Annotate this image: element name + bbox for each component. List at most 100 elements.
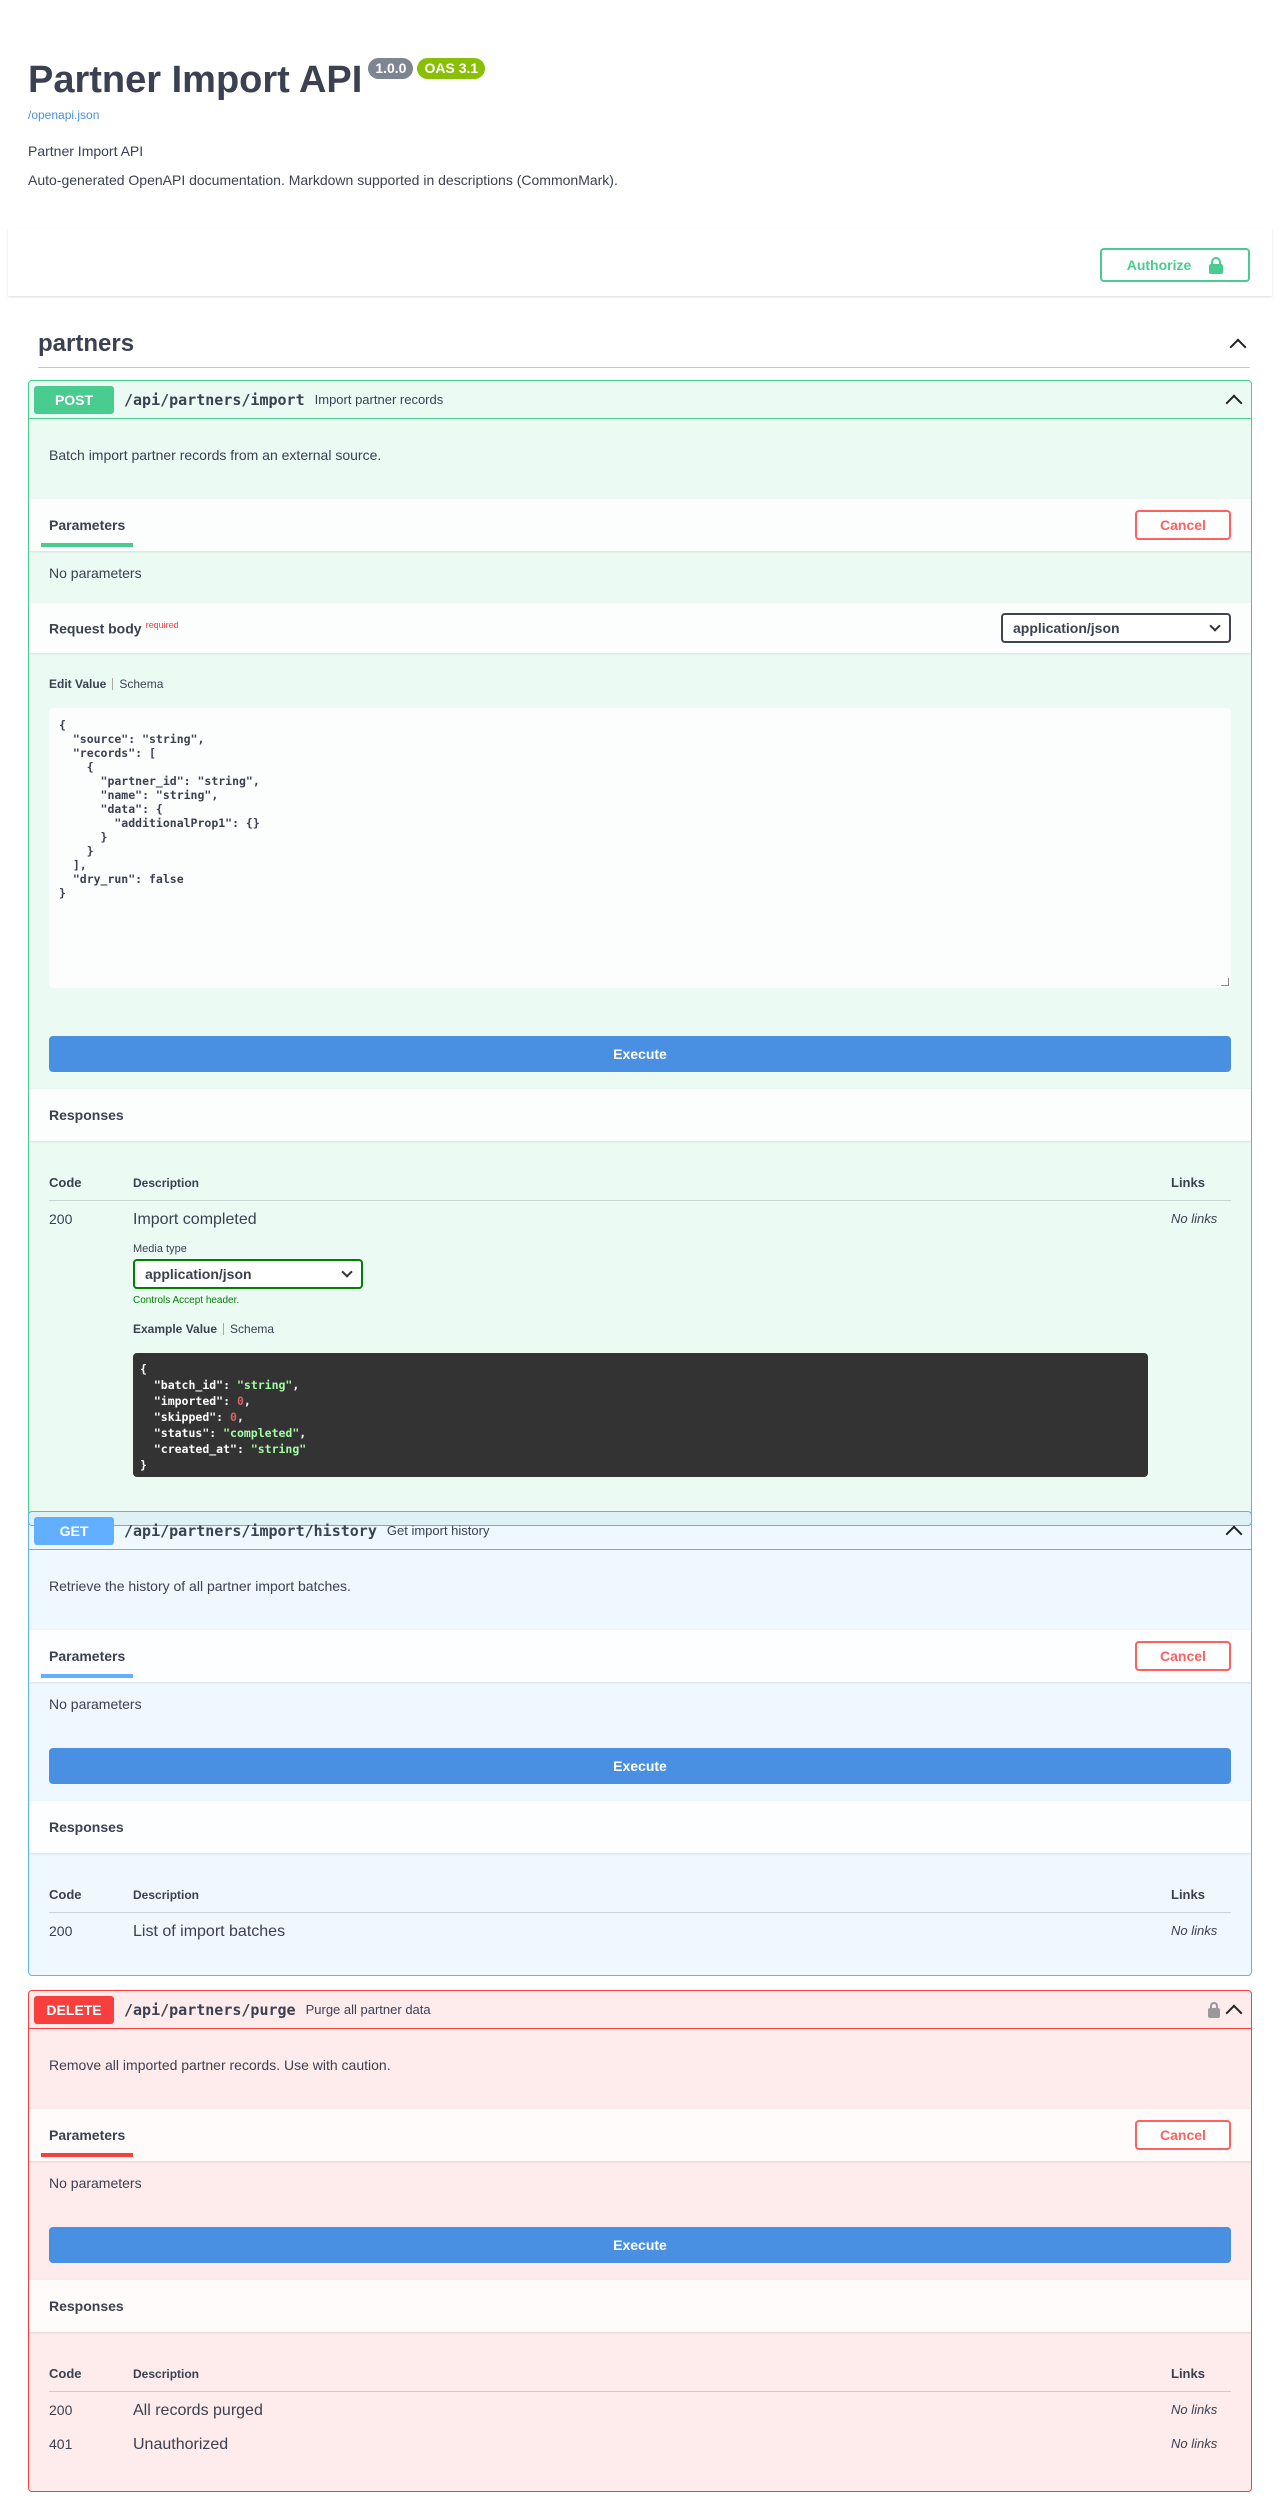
parameters-header: Parameters Cancel <box>29 499 1251 551</box>
method-badge: DELETE <box>34 1995 114 2024</box>
resize-handle-icon[interactable] <box>1221 978 1229 986</box>
example-response-code: { "batch_id": "string", "imported": 0, "… <box>133 1353 1148 1477</box>
execute-button[interactable]: Execute <box>49 1036 1231 1072</box>
example-value-tab[interactable]: Example Value <box>133 1322 217 1336</box>
oas-badge: OAS 3.1 <box>417 58 486 79</box>
no-parameters: No parameters <box>49 2175 142 2191</box>
operation-description: Batch import partner records from an ext… <box>49 447 382 463</box>
request-body-header: Request body required application/json <box>29 603 1251 653</box>
no-links: No links <box>1171 1211 1218 1226</box>
execute-button[interactable]: Execute <box>49 1748 1231 1784</box>
media-type-label: Media type <box>133 1243 187 1255</box>
response-description: Import completed <box>133 1211 257 1228</box>
response-description: Unauthorized <box>133 2436 229 2453</box>
authorize-button[interactable]: Authorize <box>1100 248 1250 282</box>
tag-title: partners <box>38 329 135 357</box>
media-type-select[interactable]: application/json <box>133 1259 363 1289</box>
responses-header: Responses <box>29 1089 1251 1141</box>
collapse-chevron-icon[interactable] <box>1225 1525 1243 1542</box>
responses-header: Responses <box>29 1801 1251 1853</box>
operation-summary-text: Import partner records <box>314 392 444 407</box>
cancel-button[interactable]: Cancel <box>1135 1641 1231 1671</box>
api-description: Auto-generated OpenAPI documentation. Ma… <box>28 172 618 188</box>
response-row: 200 List of import batches No links <box>49 1913 1231 1941</box>
responses-table-header: Code Description Links <box>49 1141 1231 1201</box>
responses-header: Responses <box>29 2280 1251 2332</box>
tag-partners[interactable]: partners <box>38 320 1250 368</box>
parameters-tab[interactable]: Parameters <box>49 517 125 533</box>
unlocked-icon <box>1209 256 1224 274</box>
example-tabs: Example Value Schema <box>133 1322 1171 1336</box>
responses-table: Code Description Links 200 All records p… <box>29 2332 1251 2454</box>
col-code: Code <box>49 1887 82 1902</box>
response-row: 401 Unauthorized No links <box>49 2420 1231 2454</box>
execute-button[interactable]: Execute <box>49 2227 1231 2263</box>
no-links: No links <box>1171 2436 1218 2451</box>
parameters-header: Parameters Cancel <box>29 2109 1251 2161</box>
col-links: Links <box>1171 1887 1205 1902</box>
operation-description: Remove all imported partner records. Use… <box>49 2057 391 2073</box>
responses-table-header: Code Description Links <box>49 1853 1231 1913</box>
content-type-select[interactable]: application/json <box>1001 613 1231 643</box>
content-type-value: application/json <box>1013 620 1120 636</box>
response-row: 200 All records purged No links <box>49 2392 1231 2420</box>
operation-get-import-history: GET /api/partners/import/history Get imp… <box>28 1511 1252 1976</box>
responses-table: Code Description Links 200 List of impor… <box>29 1853 1251 1941</box>
required-marker: required <box>145 619 179 630</box>
operation-summary[interactable]: GET /api/partners/import/history Get imp… <box>29 1512 1251 1550</box>
response-description: All records purged <box>133 2402 263 2419</box>
col-description: Description <box>133 1176 200 1190</box>
chevron-down-icon <box>341 1266 353 1278</box>
chevron-down-icon <box>1209 620 1221 632</box>
col-description: Description <box>133 2367 200 2381</box>
parameters-tab[interactable]: Parameters <box>49 2127 125 2143</box>
request-body-title: Request body <box>49 620 142 637</box>
col-links: Links <box>1171 2366 1205 2381</box>
response-code: 401 <box>49 2436 73 2452</box>
operation-path: /api/partners/import <box>124 390 305 409</box>
api-description-title: Partner Import API <box>28 143 144 159</box>
operation-summary[interactable]: DELETE /api/partners/purge Purge all par… <box>29 1991 1251 2029</box>
operation-summary-text: Purge all partner data <box>305 2002 431 2017</box>
api-title: Partner Import API <box>28 59 363 101</box>
collapse-chevron-icon[interactable] <box>1225 2004 1243 2021</box>
collapse-chevron-icon[interactable] <box>1229 338 1247 355</box>
parameters-header: Parameters Cancel <box>29 1630 1251 1682</box>
method-badge: POST <box>34 385 114 414</box>
api-info: Partner Import API 1.0.0 OAS 3.1 /openap… <box>0 0 1280 230</box>
lock-icon[interactable] <box>1208 2001 1220 2018</box>
version-badge: 1.0.0 <box>368 58 414 79</box>
media-type-value: application/json <box>145 1266 252 1282</box>
example-schema-tab[interactable]: Schema <box>230 1322 274 1336</box>
col-description: Description <box>133 1888 200 1902</box>
response-code: 200 <box>49 1923 73 1939</box>
operation-summary-text: Get import history <box>386 1523 490 1538</box>
authorize-label: Authorize <box>1126 257 1192 273</box>
no-parameters: No parameters <box>49 1696 142 1712</box>
operation-summary[interactable]: POST /api/partners/import Import partner… <box>29 381 1251 419</box>
operation-description: Retrieve the history of all partner impo… <box>49 1578 351 1594</box>
scheme-container: Authorize <box>8 228 1272 296</box>
method-badge: GET <box>34 1516 114 1545</box>
col-links: Links <box>1171 1175 1205 1190</box>
cancel-button[interactable]: Cancel <box>1135 510 1231 540</box>
col-code: Code <box>49 2366 82 2381</box>
collapse-chevron-icon[interactable] <box>1225 394 1243 411</box>
request-body-editor[interactable]: { "source": "string", "records": [ { "pa… <box>49 708 1231 988</box>
schema-tab[interactable]: Schema <box>119 677 163 691</box>
no-links: No links <box>1171 2402 1218 2417</box>
edit-value-tab[interactable]: Edit Value <box>49 677 106 691</box>
responses-table: Code Description Links 200 Import comple… <box>29 1141 1251 1477</box>
operation-post-import: POST /api/partners/import Import partner… <box>28 380 1252 1526</box>
operation-delete-purge: DELETE /api/partners/purge Purge all par… <box>28 1990 1252 2492</box>
responses-table-header: Code Description Links <box>49 2332 1231 2392</box>
response-code: 200 <box>49 1211 73 1227</box>
request-body-text: { "source": "string", "records": [ { "pa… <box>59 718 260 900</box>
parameters-tab[interactable]: Parameters <box>49 1648 125 1664</box>
openapi-json-link[interactable]: /openapi.json <box>28 108 1252 122</box>
cancel-button[interactable]: Cancel <box>1135 2120 1231 2150</box>
response-row: 200 Import completed Media type applicat… <box>49 1201 1231 1477</box>
no-links: No links <box>1171 1923 1218 1938</box>
accept-header-note: Controls Accept header. <box>133 1295 240 1306</box>
response-code: 200 <box>49 2402 73 2418</box>
